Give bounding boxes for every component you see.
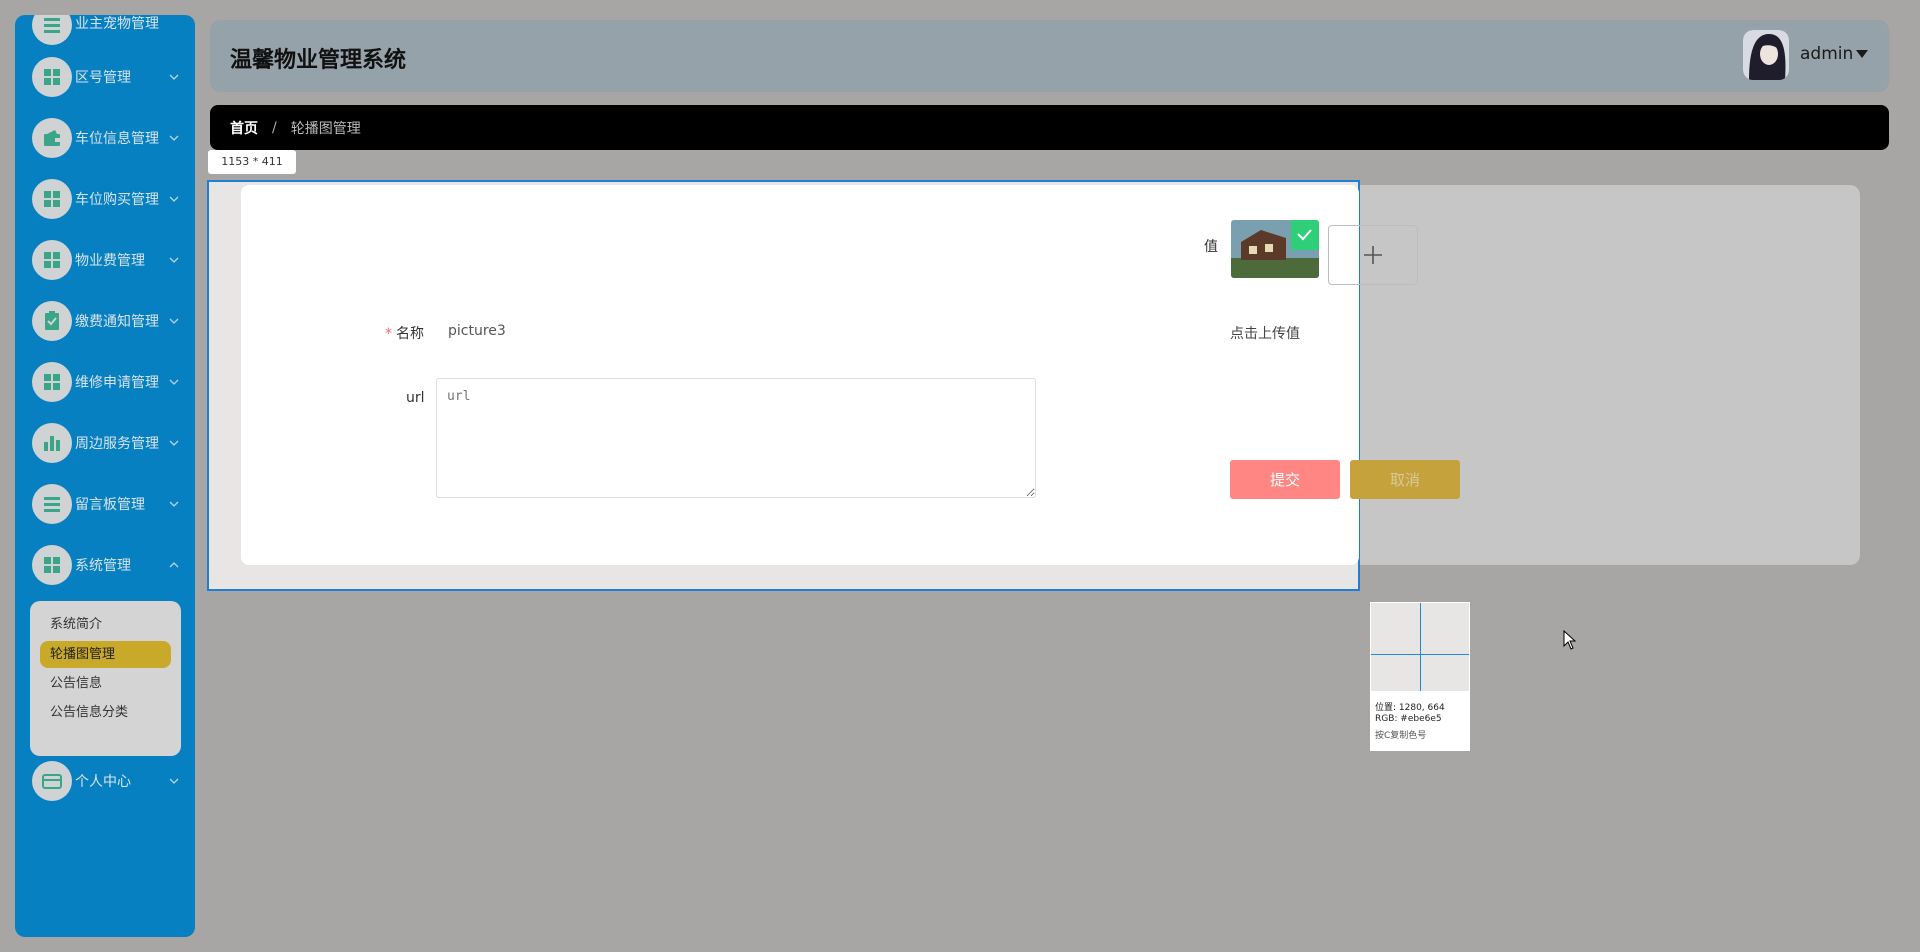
upload-button[interactable] bbox=[1328, 225, 1418, 285]
uploaded-thumbnail[interactable] bbox=[1231, 220, 1319, 278]
required-mark: * bbox=[385, 326, 392, 342]
system-submenu: 系统简介 轮播图管理 公告信息 公告信息分类 bbox=[30, 601, 181, 756]
avatar[interactable] bbox=[1743, 30, 1789, 80]
sidebar-item-label: 物业费管理 bbox=[75, 253, 145, 269]
grid-icon bbox=[32, 179, 72, 219]
submenu-item-notice[interactable]: 公告信息 bbox=[40, 670, 171, 697]
submenu-item-carousel[interactable]: 轮播图管理 bbox=[40, 641, 171, 668]
upload-hint: 点击上传值 bbox=[1230, 326, 1300, 342]
sidebar-item-label: 个人中心 bbox=[75, 774, 131, 790]
color-picker-tooltip: 位置: 1280, 664 RGB: #ebe6e5 按C复制色号 bbox=[1370, 602, 1470, 751]
sidebar-item-nearby-service[interactable]: 周边服务管理 bbox=[15, 418, 195, 468]
wallet-icon bbox=[32, 118, 72, 158]
sidebar-item-payment-notice[interactable]: 缴费通知管理 bbox=[15, 296, 195, 346]
username[interactable]: admin bbox=[1800, 44, 1853, 64]
list-icon bbox=[32, 484, 72, 524]
breadcrumb: 首页 / 轮播图管理 bbox=[210, 105, 1889, 150]
sidebar-item-message-board[interactable]: 留言板管理 bbox=[15, 479, 195, 529]
grid-icon bbox=[32, 57, 72, 97]
sidebar-item-repair[interactable]: 维修申请管理 bbox=[15, 357, 195, 407]
sidebar-item-system[interactable]: 系统管理 bbox=[15, 540, 195, 590]
sidebar-item-label: 系统管理 bbox=[75, 558, 131, 574]
sidebar-item-parking-info[interactable]: 车位信息管理 bbox=[15, 113, 195, 163]
top-header: 温馨物业管理系统 admin bbox=[210, 20, 1889, 92]
magnifier-preview bbox=[1371, 603, 1469, 691]
picker-hint: 按C复制色号 bbox=[1375, 731, 1427, 741]
plus-icon bbox=[1364, 246, 1382, 264]
chevron-down-icon bbox=[169, 135, 179, 141]
sidebar-item-parking-purchase[interactable]: 车位购买管理 bbox=[15, 174, 195, 224]
list-icon bbox=[32, 15, 72, 45]
grid-icon bbox=[32, 545, 72, 585]
sidebar-item-pet[interactable]: 业主宠物管理 bbox=[15, 15, 195, 55]
caret-down-icon[interactable] bbox=[1856, 50, 1868, 58]
card-icon bbox=[32, 761, 72, 801]
mouse-cursor-icon bbox=[1563, 630, 1577, 650]
url-label: url bbox=[406, 390, 425, 406]
url-textarea[interactable] bbox=[436, 378, 1036, 498]
submit-button[interactable]: 提交 bbox=[1230, 460, 1340, 499]
picker-position: 位置: 1280, 664 bbox=[1375, 703, 1445, 713]
cancel-button[interactable]: 取消 bbox=[1350, 460, 1460, 499]
submenu-item-intro[interactable]: 系统简介 bbox=[40, 611, 171, 638]
sidebar-item-label: 区号管理 bbox=[75, 70, 131, 86]
chevron-down-icon bbox=[169, 440, 179, 446]
crosshair-horizontal bbox=[1371, 654, 1469, 655]
sidebar-item-label: 缴费通知管理 bbox=[75, 314, 159, 330]
sidebar-item-district[interactable]: 区号管理 bbox=[15, 52, 195, 102]
submenu-item-notice-category[interactable]: 公告信息分类 bbox=[40, 699, 171, 726]
selection-size-label: 1153 * 411 bbox=[208, 150, 296, 174]
chevron-up-icon bbox=[169, 562, 179, 568]
breadcrumb-home[interactable]: 首页 bbox=[230, 118, 258, 138]
chevron-down-icon bbox=[169, 74, 179, 80]
name-label: * 名称 bbox=[385, 323, 424, 343]
chevron-down-icon bbox=[169, 318, 179, 324]
app-title: 温馨物业管理系统 bbox=[230, 48, 407, 73]
chevron-down-icon bbox=[169, 257, 179, 263]
name-label-text: 名称 bbox=[396, 326, 424, 342]
sidebar-item-label: 车位信息管理 bbox=[75, 131, 159, 147]
sidebar: 业主宠物管理 区号管理 车位信息管理 车位购买管理 物业费管理 缴费通知管理 维… bbox=[15, 15, 195, 937]
sidebar-item-label: 车位购买管理 bbox=[75, 192, 159, 208]
grid-icon bbox=[32, 240, 72, 280]
sidebar-item-label: 维修申请管理 bbox=[75, 375, 159, 391]
value-label: 值 bbox=[1204, 239, 1218, 255]
clipboard-check-icon bbox=[32, 301, 72, 341]
name-field[interactable]: picture3 bbox=[448, 323, 506, 339]
breadcrumb-separator: / bbox=[272, 119, 277, 136]
chevron-down-icon bbox=[169, 196, 179, 202]
sidebar-item-profile[interactable]: 个人中心 bbox=[15, 756, 195, 806]
chevron-down-icon bbox=[169, 379, 179, 385]
grid-icon bbox=[32, 362, 72, 402]
chevron-down-icon bbox=[169, 778, 179, 784]
form-panel bbox=[241, 185, 1359, 565]
sidebar-item-label: 周边服务管理 bbox=[75, 436, 159, 452]
chevron-down-icon bbox=[169, 501, 179, 507]
sidebar-item-label: 业主宠物管理 bbox=[75, 16, 159, 32]
sidebar-item-property-fee[interactable]: 物业费管理 bbox=[15, 235, 195, 285]
sidebar-item-label: 留言板管理 bbox=[75, 497, 145, 513]
breadcrumb-current: 轮播图管理 bbox=[290, 120, 361, 137]
picker-rgb: RGB: #ebe6e5 bbox=[1375, 714, 1442, 724]
bar-chart-icon bbox=[32, 423, 72, 463]
crosshair-vertical bbox=[1420, 603, 1421, 691]
